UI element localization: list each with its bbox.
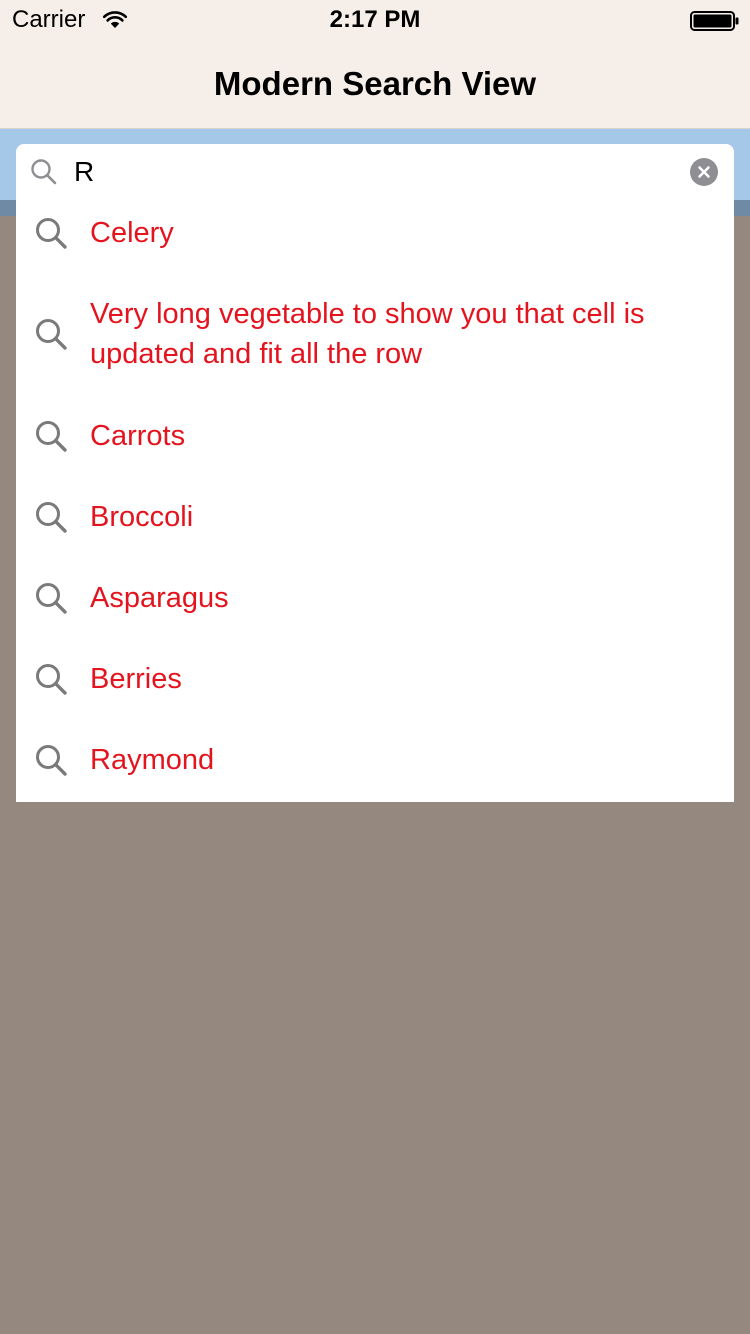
navigation-bar: Carrier 2:17 PM Modern Search View <box>0 0 750 129</box>
result-label: Broccoli <box>90 500 194 533</box>
clear-x-icon <box>698 166 710 178</box>
result-label: Celery <box>90 216 174 249</box>
search-icon <box>36 319 67 350</box>
result-label: Asparagus <box>90 581 229 614</box>
result-label: Carrots <box>90 419 186 452</box>
status-time: 2:17 PM <box>329 6 421 33</box>
clear-search-button[interactable] <box>690 158 718 186</box>
search-results-list: Celery Very long vegetable to show you t… <box>16 192 734 800</box>
page-title: Modern Search View <box>213 65 537 102</box>
result-item-broccoli[interactable]: Broccoli <box>16 476 734 557</box>
search-icon <box>36 582 67 614</box>
search-icon <box>36 663 67 695</box>
result-item-celery[interactable]: Celery <box>16 192 734 273</box>
battery-full-icon <box>690 11 739 31</box>
search-icon <box>36 501 67 533</box>
search-input[interactable] <box>74 152 674 192</box>
result-item-long-vegetable[interactable]: Very long vegetable to show you that cel… <box>16 273 734 395</box>
search-results-panel: Celery Very long vegetable to show you t… <box>16 144 734 802</box>
result-item-berries[interactable]: Berries <box>16 638 734 719</box>
status-bar: Carrier 2:17 PM <box>0 0 750 40</box>
result-item-carrots[interactable]: Carrots <box>16 395 734 476</box>
result-label: Berries <box>90 662 182 695</box>
result-label: Very long vegetable to show you that cel… <box>90 298 645 370</box>
result-item-asparagus[interactable]: Asparagus <box>16 557 734 638</box>
search-icon <box>31 159 57 185</box>
search-icon <box>36 217 67 249</box>
result-item-raymond[interactable]: Raymond <box>16 719 734 800</box>
search-icon <box>36 744 67 776</box>
search-icon <box>36 420 67 452</box>
result-label: Raymond <box>90 743 215 776</box>
